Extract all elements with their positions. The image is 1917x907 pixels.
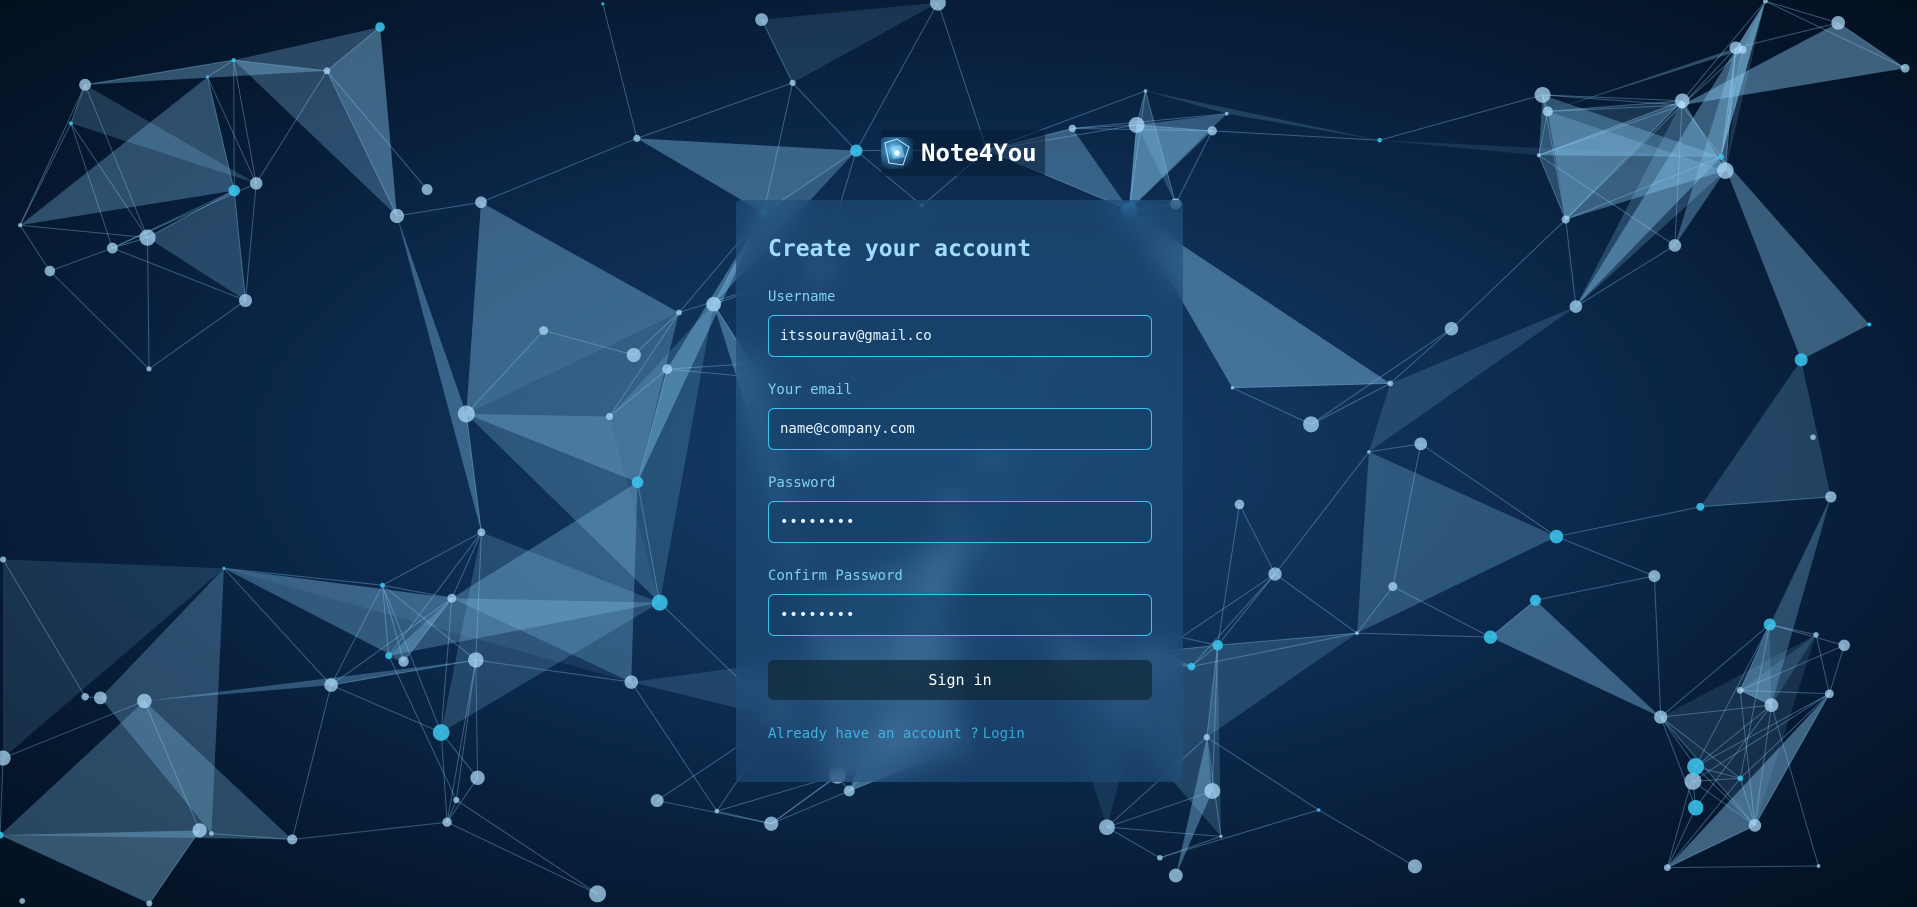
- brand-name: Note4You: [921, 139, 1037, 167]
- password-label: Password: [768, 475, 836, 491]
- email-label: Your email: [768, 382, 853, 398]
- brand[interactable]: Note4You: [881, 130, 1045, 176]
- email-input[interactable]: [768, 408, 1152, 450]
- form-title: Create your account: [768, 236, 1032, 262]
- confirm-password-label: Confirm Password: [768, 568, 903, 584]
- username-label: Username: [768, 289, 836, 305]
- login-prompt: Already have an account ? Login: [768, 726, 1151, 742]
- username-group: Username: [768, 288, 1152, 357]
- brand-logo-icon: [881, 137, 913, 169]
- sign-in-button[interactable]: Sign in: [768, 660, 1152, 700]
- username-input[interactable]: [768, 315, 1152, 357]
- signup-card: Create your account Username Your email …: [736, 200, 1183, 782]
- login-link[interactable]: Login: [983, 726, 1025, 742]
- confirm-password-group: Confirm Password: [768, 567, 1152, 636]
- login-prompt-text: Already have an account ?: [768, 726, 979, 742]
- password-group: Password: [768, 474, 1152, 543]
- password-input[interactable]: [768, 501, 1152, 543]
- confirm-password-input[interactable]: [768, 594, 1152, 636]
- email-group: Your email: [768, 381, 1152, 450]
